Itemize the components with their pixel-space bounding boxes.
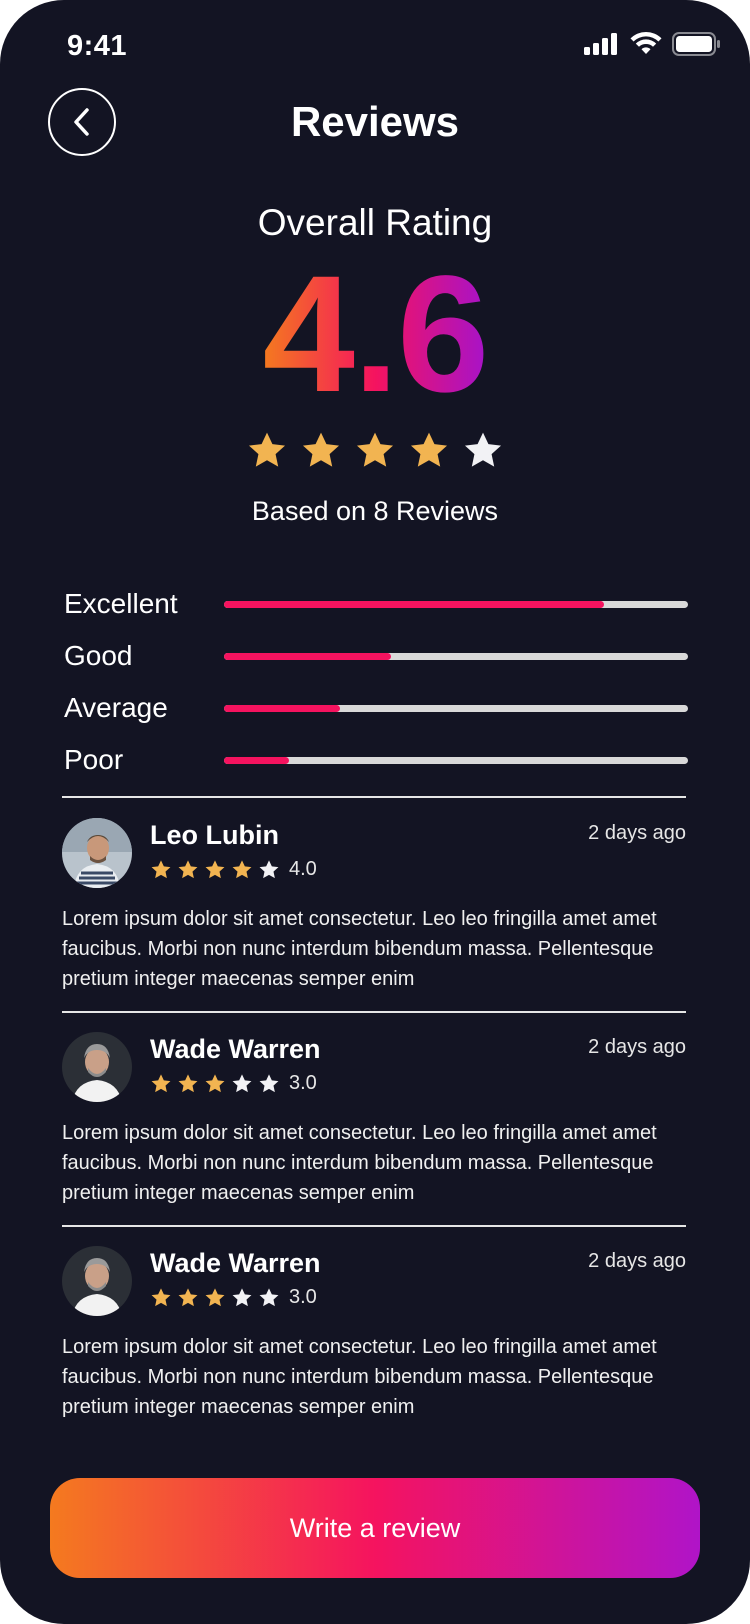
breakdown-label: Poor xyxy=(64,744,124,775)
star-filled-icon xyxy=(178,859,198,878)
breakdown-bar-track xyxy=(224,652,688,660)
avatar xyxy=(62,1246,132,1316)
overall-rating-label: Overall Rating xyxy=(257,202,493,243)
star-filled-icon xyxy=(205,859,225,878)
star-empty-icon xyxy=(259,859,279,878)
star-empty-icon xyxy=(464,432,502,467)
review-stars: 4.0 xyxy=(150,858,317,881)
breakdown-row-poor: Poor xyxy=(64,734,688,786)
avatar xyxy=(62,1032,132,1102)
breakdown-label: Good xyxy=(64,640,133,671)
breakdown-bar-track xyxy=(224,704,688,712)
overall-stars xyxy=(0,430,750,472)
star-filled-icon xyxy=(410,432,448,467)
review-text: Lorem ipsum dolor sit amet consectetur. … xyxy=(62,1336,657,1418)
star-filled-icon xyxy=(205,1073,225,1092)
breakdown-row-excellent: Excellent xyxy=(64,578,688,630)
write-review-label: Write a review xyxy=(289,1512,461,1543)
breakdown-row-good: Good xyxy=(64,630,688,682)
star-empty-icon xyxy=(232,1073,252,1092)
divider xyxy=(62,796,686,798)
overall-rating-value: 4.6 xyxy=(262,242,490,427)
breakdown-bar-fill xyxy=(224,600,605,608)
review-item: Wade Warren 2 days ago 3.0 Lorem ipsum d… xyxy=(62,1246,686,1418)
wifi-icon xyxy=(630,32,662,54)
star-empty-icon xyxy=(232,1287,252,1306)
review-stars: 3.0 xyxy=(150,1286,317,1309)
breakdown-label: Average xyxy=(64,692,168,723)
breakdown-label: Excellent xyxy=(64,588,178,619)
review-item: Leo Lubin 2 days ago 4.0 Lorem ipsum dol… xyxy=(62,818,686,990)
star-empty-icon xyxy=(259,1287,279,1306)
breakdown-bar-fill xyxy=(224,756,289,764)
avatar xyxy=(62,818,132,888)
battery-icon xyxy=(672,32,720,56)
review-stars: 3.0 xyxy=(150,1072,317,1095)
reviewer-name: Wade Warren xyxy=(150,1248,321,1278)
star-filled-icon xyxy=(151,1287,171,1306)
review-star-row xyxy=(150,859,280,881)
reviewer-name: Leo Lubin xyxy=(150,820,279,850)
star-filled-icon xyxy=(178,1287,198,1306)
star-filled-icon xyxy=(248,432,286,467)
breakdown-bar-track xyxy=(224,600,688,608)
review-star-row xyxy=(150,1073,280,1095)
star-filled-icon xyxy=(205,1287,225,1306)
star-filled-icon xyxy=(356,432,394,467)
signal-icon xyxy=(584,33,617,55)
star-filled-icon xyxy=(178,1073,198,1092)
star-filled-icon xyxy=(232,859,252,878)
review-date: 2 days ago xyxy=(588,822,686,844)
breakdown-bar-fill xyxy=(224,704,340,712)
rating-breakdown: Excellent Good Average Poor xyxy=(64,578,688,786)
review-text: Lorem ipsum dolor sit amet consectetur. … xyxy=(62,908,657,990)
star-filled-icon xyxy=(151,1073,171,1092)
breakdown-row-average: Average xyxy=(64,682,688,734)
divider xyxy=(62,1225,686,1227)
star-filled-icon xyxy=(302,432,340,467)
breakdown-bar-track xyxy=(224,756,688,764)
reviewer-name: Wade Warren xyxy=(150,1034,321,1064)
status-time: 9:41 xyxy=(67,30,128,62)
review-score: 4.0 xyxy=(289,858,317,880)
divider xyxy=(62,1011,686,1013)
write-review-button[interactable]: Write a review xyxy=(50,1478,700,1578)
breakdown-bar-fill xyxy=(224,652,392,660)
review-date: 2 days ago xyxy=(588,1036,686,1058)
star-filled-icon xyxy=(151,859,171,878)
phone-screen: 9:41 Reviews Overall Rating 4.6 Based on… xyxy=(0,0,750,1624)
review-score: 3.0 xyxy=(289,1072,317,1094)
review-star-row xyxy=(150,1287,280,1309)
page-title: Reviews xyxy=(290,98,460,145)
review-item: Wade Warren 2 days ago 3.0 Lorem ipsum d… xyxy=(62,1032,686,1204)
star-empty-icon xyxy=(259,1073,279,1092)
review-text: Lorem ipsum dolor sit amet consectetur. … xyxy=(62,1122,657,1204)
review-date: 2 days ago xyxy=(588,1250,686,1272)
review-count: Based on 8 Reviews xyxy=(251,496,499,526)
review-score: 3.0 xyxy=(289,1286,317,1308)
status-icons xyxy=(584,32,720,56)
